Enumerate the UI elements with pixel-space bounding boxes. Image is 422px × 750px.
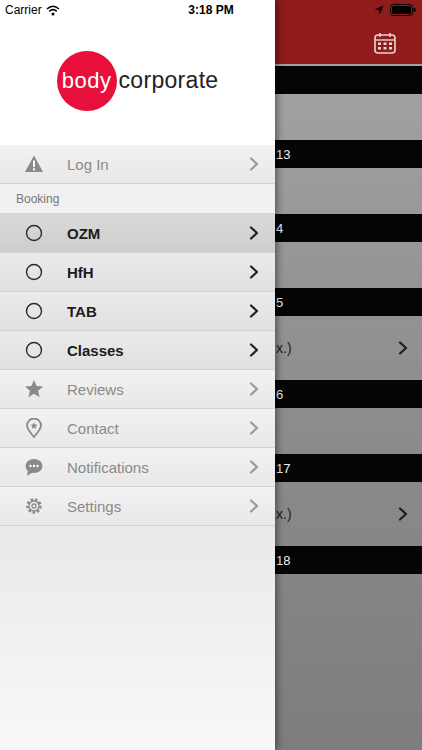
menu-label[interactable]: Classes — [44, 342, 249, 359]
radio-icon — [25, 341, 43, 359]
menu: Log In Booking OZM HfH TAB Classes Reviews Cont… — [0, 145, 275, 526]
location-icon — [374, 5, 384, 15]
map-pin-icon — [24, 418, 44, 438]
icon-box — [24, 379, 44, 399]
chat-bubble-icon — [24, 457, 44, 477]
menu-item[interactable]: Contact — [0, 409, 275, 448]
calendar-icon[interactable] — [374, 32, 396, 54]
day-label: 5 — [275, 295, 283, 310]
icon-box — [24, 457, 44, 477]
gear-icon — [24, 496, 44, 516]
day-entry[interactable]: x.) — [275, 316, 422, 380]
icon-box — [24, 223, 44, 243]
drawer-background — [0, 526, 275, 750]
menu-label[interactable]: Log In — [44, 156, 249, 173]
day-empty — [275, 94, 422, 140]
menu-label[interactable]: OZM — [44, 225, 249, 242]
menu-label[interactable]: Reviews — [44, 381, 249, 398]
side-drawer: body corporate Log In Booking OZM HfH TAB Class… — [0, 0, 275, 750]
day-header — [275, 66, 422, 94]
icon-box — [24, 418, 44, 438]
day-header: 4 — [275, 214, 422, 242]
logo: body corporate — [0, 0, 275, 145]
entry-text[interactable]: x.) — [275, 506, 292, 522]
day-label: 6 — [275, 387, 283, 402]
day-label: 4 — [275, 221, 283, 236]
status-right — [234, 4, 422, 16]
icon-box — [24, 496, 44, 516]
chevron-icon — [249, 265, 259, 279]
radio-icon — [25, 263, 43, 281]
chevron-icon — [249, 226, 259, 240]
status-left: Carrier — [0, 3, 188, 17]
day-entry[interactable]: x.) — [275, 482, 422, 546]
radio-icon — [25, 302, 43, 320]
logo-text: corporate — [119, 67, 219, 94]
menu-item[interactable]: Notifications — [0, 448, 275, 487]
warning-icon — [24, 154, 44, 174]
icon-box — [24, 301, 44, 321]
menu-label[interactable]: TAB — [44, 303, 249, 320]
menu-label[interactable]: Contact — [44, 420, 249, 437]
chevron-icon — [249, 304, 259, 318]
chevron-icon — [249, 460, 259, 474]
logo-circle: body — [57, 51, 117, 111]
chevron-icon — [249, 499, 259, 513]
day-header: 13 — [275, 140, 422, 168]
icon-box — [24, 154, 44, 174]
chevron-icon — [249, 421, 259, 435]
wifi-icon — [46, 5, 60, 16]
day-label: 18 — [275, 553, 290, 568]
menu-item[interactable]: Reviews — [0, 370, 275, 409]
booking-item[interactable]: Classes — [0, 331, 275, 370]
chevron-icon — [249, 343, 259, 357]
day-header: 17 — [275, 454, 422, 482]
day-empty — [275, 574, 422, 620]
day-list: 13 4 5 x.) 6 17 x.) 18 — [275, 64, 422, 750]
menu-label[interactable]: Settings — [44, 498, 249, 515]
menu-label[interactable]: Notifications — [44, 459, 249, 476]
radio-icon — [25, 224, 43, 242]
chevron-icon — [249, 157, 259, 171]
status-time: 3:18 PM — [188, 3, 233, 17]
day-header: 18 — [275, 546, 422, 574]
chevron-icon — [249, 382, 259, 396]
chevron-icon — [398, 507, 408, 521]
day-header: 6 — [275, 380, 422, 408]
menu-label[interactable]: HfH — [44, 264, 249, 281]
section-header: Booking — [0, 184, 275, 214]
booking-item[interactable]: HfH — [0, 253, 275, 292]
day-header: 5 — [275, 288, 422, 316]
booking-item[interactable]: TAB — [0, 292, 275, 331]
icon-box — [24, 340, 44, 360]
entry-text[interactable]: x.) — [275, 340, 292, 356]
chevron-icon — [398, 341, 408, 355]
icon-box — [24, 262, 44, 282]
logo-circle-text: body — [62, 68, 112, 94]
star-icon — [24, 379, 44, 399]
section-label: Booking — [0, 192, 59, 206]
day-empty — [275, 168, 422, 214]
menu-item[interactable]: Settings — [0, 487, 275, 526]
booking-item[interactable]: OZM — [0, 214, 275, 253]
day-empty — [275, 242, 422, 288]
day-label: 17 — [275, 461, 290, 476]
battery-icon — [390, 4, 416, 16]
status-bar: Carrier 3:18 PM — [0, 0, 422, 20]
menu-item[interactable]: Log In — [0, 145, 275, 184]
main-content: 13 4 5 x.) 6 17 x.) 18 — [275, 0, 422, 750]
carrier-label: Carrier — [5, 3, 42, 17]
day-empty — [275, 408, 422, 454]
day-label: 13 — [275, 147, 290, 162]
